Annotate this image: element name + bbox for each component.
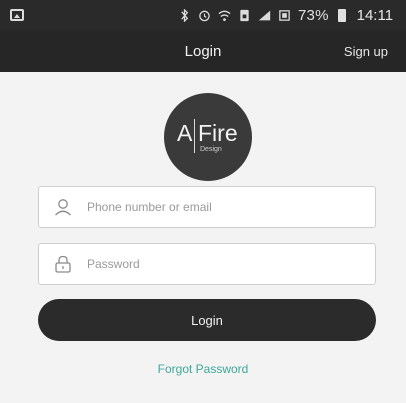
login-screen: 73% 14:11 Login Sign up A Fire Design Ph… — [0, 0, 406, 403]
logo-letter: A — [177, 120, 193, 146]
logo-sub: Design — [200, 146, 222, 153]
battery-percent: 73% — [298, 6, 329, 24]
gallery-icon — [10, 9, 24, 21]
status-bar: 73% 14:11 — [0, 0, 406, 30]
sim-icon — [240, 9, 249, 21]
login-button[interactable]: Login — [38, 299, 376, 341]
data-icon — [279, 9, 290, 21]
password-field[interactable] — [38, 243, 376, 285]
clock: 14:11 — [356, 6, 394, 24]
battery-icon — [337, 8, 346, 22]
wifi-icon — [218, 10, 231, 21]
phone-input[interactable] — [87, 192, 357, 222]
signup-link[interactable]: Sign up — [344, 30, 388, 72]
alarm-icon — [199, 10, 210, 21]
bluetooth-icon — [181, 8, 189, 22]
status-icons: 73% 14:11 — [178, 0, 393, 30]
user-icon — [39, 186, 87, 228]
nav-bar: Login Sign up — [0, 30, 406, 72]
forgot-password-link[interactable]: Forgot Password — [0, 362, 406, 376]
logo-word: Fire — [198, 120, 238, 146]
phone-field[interactable] — [38, 186, 376, 228]
brand-logo: A Fire Design — [164, 93, 252, 181]
lock-icon — [39, 243, 87, 285]
logo-divider — [194, 119, 195, 153]
password-input[interactable] — [87, 249, 357, 279]
signal-icon — [258, 10, 271, 20]
logo-wordmark: A Fire Design — [171, 117, 245, 157]
